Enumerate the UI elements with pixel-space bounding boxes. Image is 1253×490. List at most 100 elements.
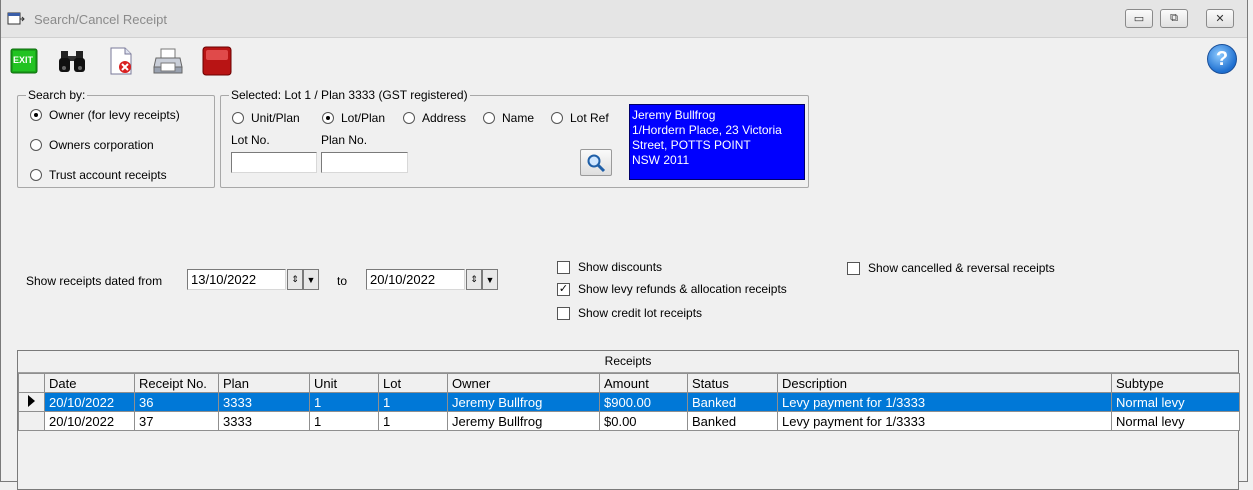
column-header-status[interactable]: Status <box>687 373 778 393</box>
date-from-label: Show receipts dated from <box>26 274 163 288</box>
column-header-receipt-no[interactable]: Receipt No. <box>134 373 219 393</box>
receipts-table: Date Receipt No. Plan Unit Lot Owner Amo… <box>18 373 1240 431</box>
column-header-owner[interactable]: Owner <box>447 373 600 393</box>
column-header-amount[interactable]: Amount <box>599 373 688 393</box>
cell-amount[interactable]: $900.00 <box>599 392 688 412</box>
checkbox-icon <box>557 260 570 274</box>
row-indicator[interactable] <box>18 411 45 431</box>
row-indicator[interactable] <box>18 392 45 412</box>
show-levy-refunds-checkbox[interactable]: ✓ Show levy refunds & allocation receipt… <box>557 282 787 296</box>
cell-plan[interactable]: 3333 <box>218 411 310 431</box>
close-button[interactable]: ✕ <box>1206 9 1234 28</box>
cell-plan[interactable]: 3333 <box>218 392 310 412</box>
receipt-window: Search/Cancel Receipt ▭ ⧉ ✕ EXIT ? Searc… <box>0 0 1248 490</box>
current-row-arrow-icon <box>28 394 35 407</box>
cell-lot[interactable]: 1 <box>378 392 448 412</box>
row-indicator-header <box>18 373 45 393</box>
radio-selected-icon <box>322 112 334 124</box>
cancel-receipt-button[interactable] <box>107 46 137 76</box>
cell-status[interactable]: Banked <box>687 411 778 431</box>
cell-owner[interactable]: Jeremy Bullfrog <box>447 411 600 431</box>
chevron-down-icon[interactable]: ▼ <box>482 269 498 290</box>
date-to-input[interactable]: 20/10/2022 <box>366 269 465 290</box>
show-discounts-checkbox[interactable]: Show discounts <box>557 260 662 274</box>
column-header-unit[interactable]: Unit <box>309 373 379 393</box>
option-label: Lot Ref <box>570 111 609 125</box>
date-from-spinner[interactable]: ⇕ ▼ <box>287 269 319 290</box>
receipts-grid: Receipts Date Receipt No. Plan Unit Lot … <box>17 350 1240 490</box>
search-button[interactable] <box>580 149 612 176</box>
cell-subtype[interactable]: Normal levy <box>1111 392 1240 412</box>
checkbox-label: Show discounts <box>578 260 663 274</box>
cell-lot[interactable]: 1 <box>378 411 448 431</box>
help-icon: ? <box>1215 47 1229 70</box>
show-credit-lot-checkbox[interactable]: Show credit lot receipts <box>557 306 702 320</box>
cell-unit[interactable]: 1 <box>309 411 379 431</box>
cell-description[interactable]: Levy payment for 1/3333 <box>777 411 1112 431</box>
cell-owner[interactable]: Jeremy Bullfrog <box>447 392 600 412</box>
spin-updown-icon[interactable]: ⇕ <box>287 269 303 290</box>
owner-name: Jeremy Bullfrog <box>632 108 716 122</box>
lot-plan-option[interactable]: Lot/Plan <box>322 111 385 125</box>
spin-updown-icon[interactable]: ⇕ <box>466 269 482 290</box>
option-label: Name <box>502 111 535 125</box>
maximize-button[interactable]: ⧉ <box>1160 9 1188 28</box>
column-header-date[interactable]: Date <box>44 373 135 393</box>
search-by-group: Search by: Owner (for levy receipts) Own… <box>17 88 215 188</box>
lot-no-input[interactable] <box>231 152 317 173</box>
checkbox-icon <box>557 306 570 320</box>
column-header-subtype[interactable]: Subtype <box>1111 373 1240 393</box>
table-row[interactable]: 20/10/2022 36 3333 1 1 Jeremy Bullfrog $… <box>18 392 1240 412</box>
option-label: Trust account receipts <box>49 168 167 182</box>
cell-status[interactable]: Banked <box>687 392 778 412</box>
exit-label: EXIT <box>13 55 34 65</box>
cell-receipt-no[interactable]: 37 <box>134 411 219 431</box>
date-to-label: to <box>337 274 348 288</box>
column-header-lot[interactable]: Lot <box>378 373 448 393</box>
lot-ref-option[interactable]: Lot Ref <box>551 111 609 125</box>
search-by-trust-account-option[interactable]: Trust account receipts <box>30 168 167 182</box>
owner-address-line: Street, POTTS POINT <box>632 138 751 152</box>
exit-button[interactable]: EXIT <box>9 46 39 76</box>
help-button[interactable]: ? <box>1207 44 1237 74</box>
cell-description[interactable]: Levy payment for 1/3333 <box>777 392 1112 412</box>
option-label: Owner (for levy receipts) <box>49 108 180 122</box>
name-option[interactable]: Name <box>483 111 534 125</box>
radio-icon <box>403 112 415 124</box>
column-header-description[interactable]: Description <box>777 373 1112 393</box>
option-label: Lot/Plan <box>341 111 386 125</box>
option-label: Unit/Plan <box>251 111 300 125</box>
show-cancelled-checkbox[interactable]: Show cancelled & reversal receipts <box>847 261 1055 275</box>
checkbox-label: Show levy refunds & allocation receipts <box>578 282 787 296</box>
search-by-owner-option[interactable]: Owner (for levy receipts) <box>30 108 180 122</box>
lot-no-label: Lot No. <box>231 133 270 147</box>
minimize-button[interactable]: ▭ <box>1125 9 1153 28</box>
chevron-down-icon[interactable]: ▼ <box>303 269 319 290</box>
date-to-spinner[interactable]: ⇕ ▼ <box>466 269 498 290</box>
date-from-input[interactable]: 13/10/2022 <box>187 269 286 290</box>
find-button[interactable] <box>57 46 87 76</box>
column-header-plan[interactable]: Plan <box>218 373 310 393</box>
binoculars-icon <box>59 51 85 72</box>
owner-address-line: NSW 2011 <box>632 153 690 167</box>
cell-date[interactable]: 20/10/2022 <box>44 392 135 412</box>
unit-plan-option[interactable]: Unit/Plan <box>232 111 300 125</box>
table-row[interactable]: 20/10/2022 37 3333 1 1 Jeremy Bullfrog $… <box>18 411 1240 431</box>
cell-subtype[interactable]: Normal levy <box>1111 411 1240 431</box>
stop-icon <box>202 46 232 76</box>
option-label: Owners corporation <box>49 138 154 152</box>
stop-button[interactable] <box>202 46 232 76</box>
cell-unit[interactable]: 1 <box>309 392 379 412</box>
search-by-owners-corporation-option[interactable]: Owners corporation <box>30 138 154 152</box>
cell-amount[interactable]: $0.00 <box>599 411 688 431</box>
print-button[interactable] <box>153 46 183 76</box>
cell-date[interactable]: 20/10/2022 <box>44 411 135 431</box>
plan-no-input[interactable] <box>321 152 408 173</box>
radio-icon <box>30 139 42 151</box>
search-by-legend: Search by: <box>26 88 88 102</box>
window-title: Search/Cancel Receipt <box>34 12 167 27</box>
cell-receipt-no[interactable]: 36 <box>134 392 219 412</box>
address-option[interactable]: Address <box>403 111 466 125</box>
magnifier-icon <box>587 154 606 172</box>
owner-address-line: 1/Hordern Place, 23 Victoria <box>632 123 782 137</box>
